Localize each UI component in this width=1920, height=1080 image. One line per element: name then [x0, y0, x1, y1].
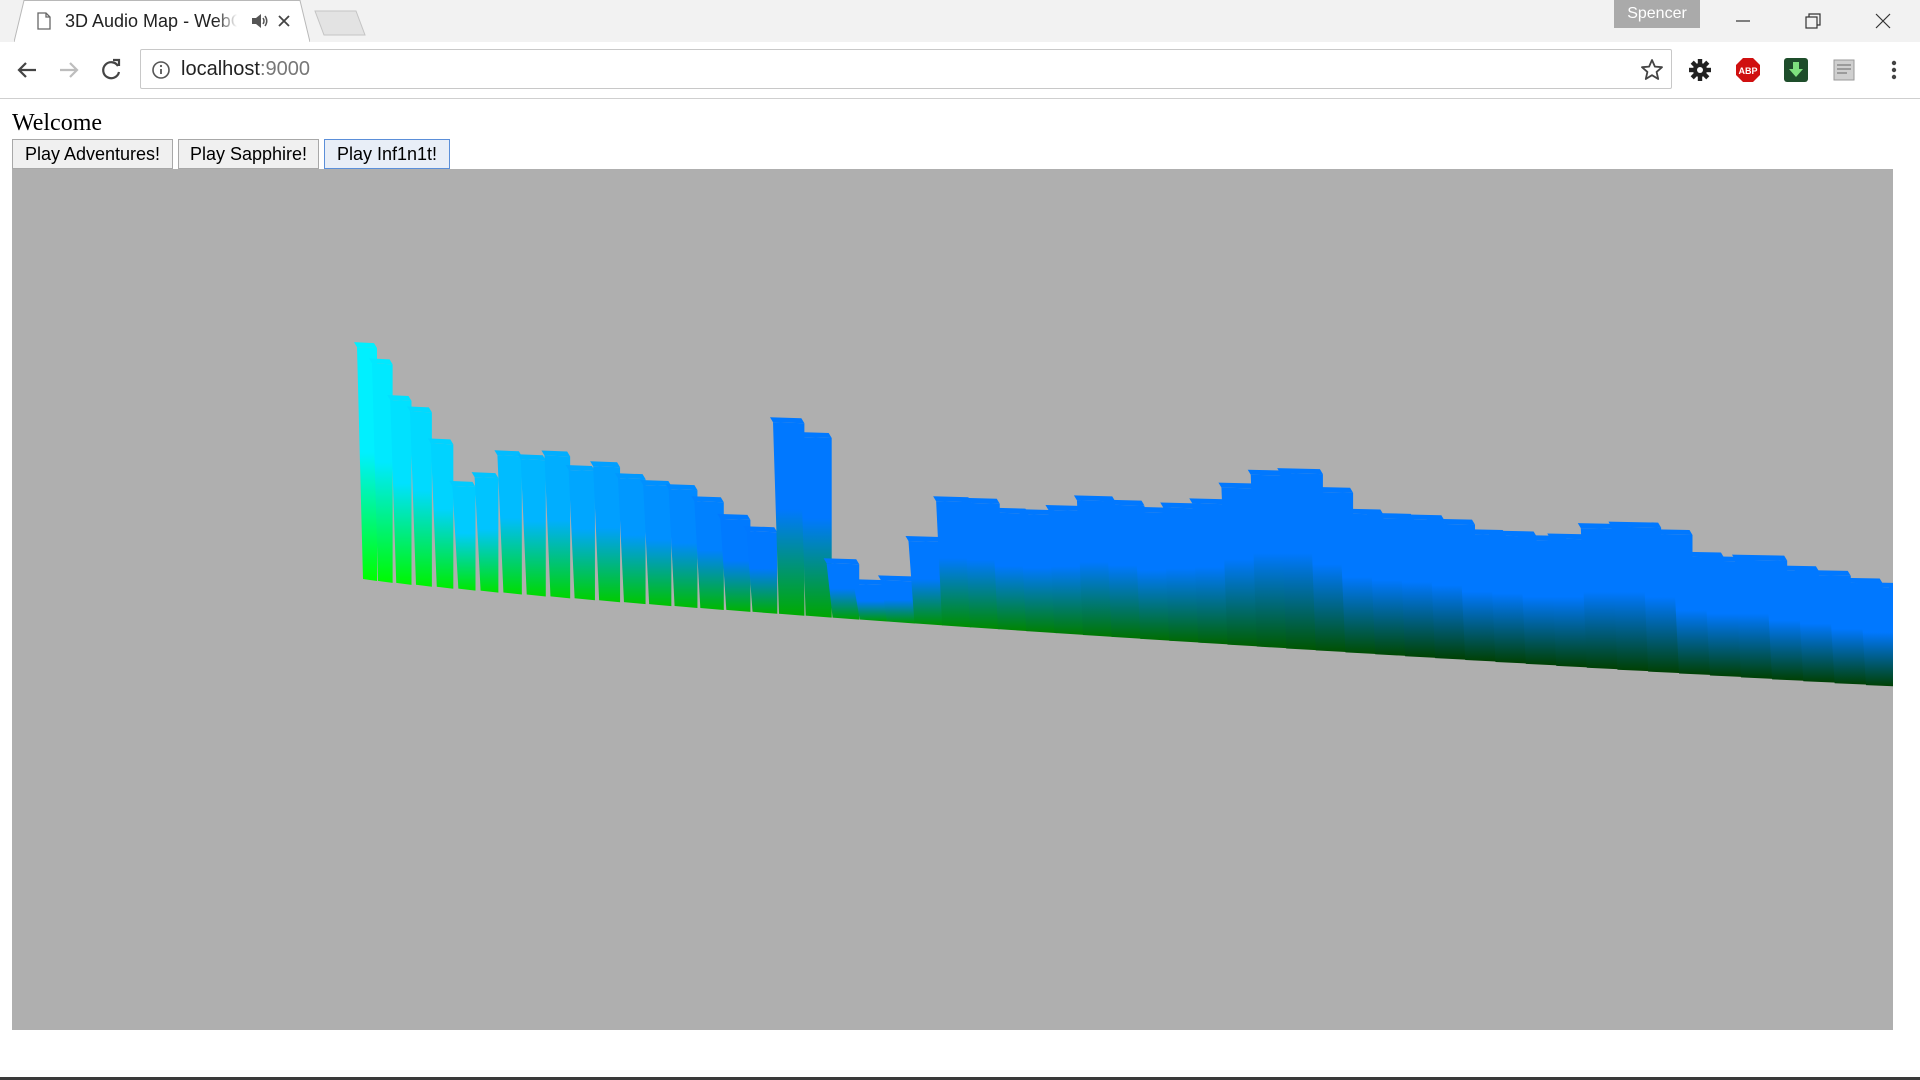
menu-kebab-icon[interactable] [1880, 56, 1908, 84]
download-extension-icon[interactable] [1782, 56, 1810, 84]
document-icon [37, 12, 51, 30]
audio-bar [773, 422, 805, 616]
audio-bar [617, 478, 646, 605]
svg-text:ABP: ABP [1738, 66, 1757, 76]
audio-bar [568, 470, 595, 601]
play-sapphire-button[interactable]: Play Sapphire! [178, 139, 319, 169]
audio-bar [409, 411, 432, 587]
audio-bar [643, 484, 672, 607]
audio-bar [452, 485, 476, 591]
page-extension-icon[interactable] [1830, 56, 1858, 84]
tab-title: 3D Audio Map - WebGL [65, 11, 237, 31]
restore-button[interactable] [1778, 0, 1848, 42]
close-window-button[interactable] [1848, 0, 1918, 42]
url-host: localhost [181, 58, 260, 80]
audio-bar [799, 437, 832, 618]
audio-bar [474, 477, 499, 593]
minimize-button[interactable] [1708, 0, 1778, 42]
audio-bar-cap [1731, 554, 1788, 561]
page-heading: Welcome [12, 110, 103, 136]
play-adventures-button[interactable]: Play Adventures! [12, 139, 173, 169]
audio-bar [694, 501, 724, 610]
close-icon [1875, 13, 1891, 29]
audio-bar [746, 531, 778, 614]
adblock-plus-icon[interactable]: ABP [1734, 56, 1762, 84]
profile-badge[interactable]: Spencer [1614, 0, 1700, 28]
audio-bar-cap [1794, 569, 1851, 576]
audio-bar [520, 459, 546, 597]
audio-bar [497, 455, 522, 595]
url-port: :9000 [259, 58, 310, 80]
audio-visualization-canvas[interactable] [12, 169, 1893, 1030]
minimize-icon [1736, 20, 1750, 22]
back-arrow-icon[interactable] [12, 55, 42, 85]
audio-bar [544, 455, 571, 599]
audio-bar [720, 518, 751, 612]
restore-icon [1805, 13, 1821, 29]
audio-bars-svg [354, 342, 1893, 687]
reload-icon[interactable] [96, 55, 126, 85]
play-infinit-button[interactable]: Play Inf1n1t! [324, 139, 450, 169]
close-tab-icon[interactable] [276, 13, 292, 29]
audio-bar [390, 400, 412, 585]
audio-bar [593, 466, 621, 603]
url-text[interactable]: localhost:9000 [181, 58, 310, 81]
new-tab-button[interactable] [314, 10, 366, 36]
site-info-icon[interactable] [151, 60, 171, 80]
audio-playing-icon[interactable] [251, 13, 269, 29]
address-bar[interactable] [140, 49, 1672, 89]
audio-bar [668, 489, 698, 609]
audio-bar [430, 443, 454, 589]
forward-arrow-icon[interactable] [54, 55, 84, 85]
settings-gear-icon[interactable] [1686, 56, 1714, 84]
bookmark-star-icon[interactable] [1640, 58, 1664, 82]
